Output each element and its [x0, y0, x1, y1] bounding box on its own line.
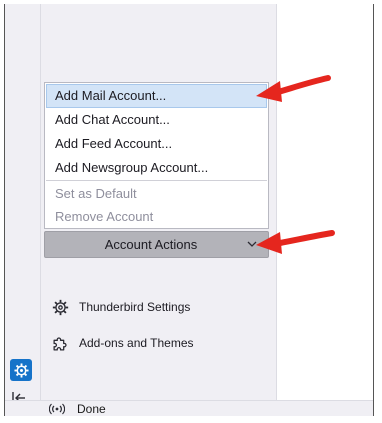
status-text: Done	[77, 402, 106, 416]
puzzle-icon	[53, 337, 67, 351]
annotation-arrow-bottom	[256, 230, 335, 254]
thunderbird-settings-label: Thunderbird Settings	[79, 300, 191, 314]
spaces-toolbar	[5, 4, 41, 404]
menu-item-add-chat-account[interactable]: Add Chat Account...	[46, 108, 267, 132]
gear-icon	[13, 362, 29, 378]
annotation-arrow-top	[256, 75, 331, 102]
menu-item-add-mail-account[interactable]: Add Mail Account...	[46, 84, 267, 108]
addons-and-themes-label: Add-ons and Themes	[79, 336, 194, 350]
menu-item-set-as-default: Set as Default	[55, 186, 137, 201]
account-actions-button[interactable]: Account Actions	[44, 231, 269, 258]
menu-item-remove-account: Remove Account	[55, 209, 154, 224]
account-actions-menu: Add Mail Account... Add Chat Account... …	[44, 82, 269, 229]
account-actions-label: Account Actions	[104, 237, 198, 252]
menu-item-add-newsgroup-account[interactable]: Add Newsgroup Account...	[46, 156, 267, 180]
status-bar: Done	[5, 400, 373, 416]
menu-separator	[46, 180, 267, 181]
broadcast-icon	[49, 403, 65, 415]
gear-icon	[52, 299, 69, 316]
settings-space-button[interactable]	[10, 359, 32, 381]
content-pane	[276, 4, 373, 400]
menu-item-add-feed-account[interactable]: Add Feed Account...	[46, 132, 267, 156]
